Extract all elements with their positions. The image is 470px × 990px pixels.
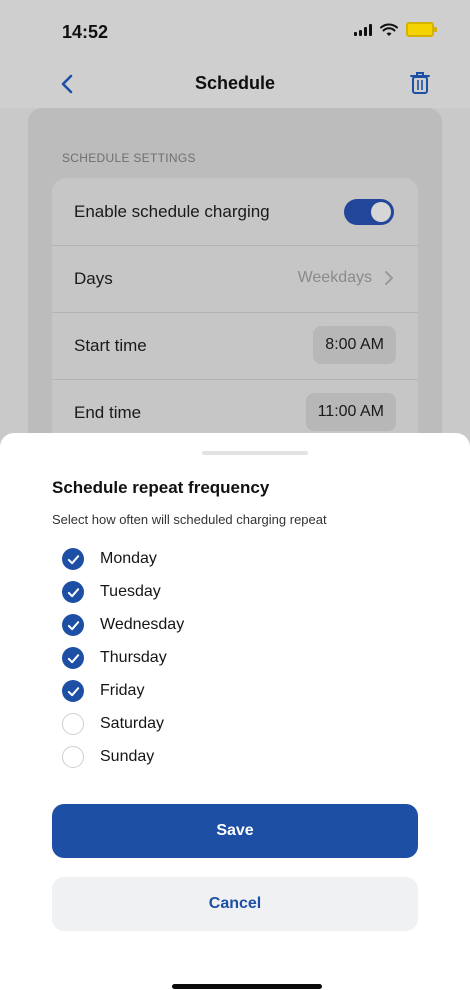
schedule-settings-card: Enable schedule charging Days Weekdays S…: [52, 178, 418, 448]
day-checkbox[interactable]: [62, 647, 84, 669]
home-indicator: [172, 984, 322, 989]
checkmark-icon: [67, 587, 79, 597]
day-label: Wednesday: [100, 616, 185, 633]
nav-bar: Schedule: [0, 60, 470, 108]
enable-schedule-row: Enable schedule charging: [52, 178, 418, 246]
battery-icon: [406, 22, 437, 37]
start-time-label: Start time: [74, 336, 147, 355]
days-value: Weekdays: [297, 269, 372, 286]
day-item-sunday[interactable]: Sunday: [62, 745, 154, 769]
chevron-right-icon: [385, 271, 393, 285]
day-label: Monday: [100, 550, 157, 567]
checkmark-icon: [67, 620, 79, 630]
cancel-button[interactable]: Cancel: [52, 877, 418, 931]
day-item-thursday[interactable]: Thursday: [62, 646, 167, 670]
checkmark-icon: [67, 686, 79, 696]
status-icons: [354, 22, 437, 37]
days-label: Days: [74, 269, 113, 288]
day-item-wednesday[interactable]: Wednesday: [62, 613, 184, 637]
day-label: Thursday: [100, 649, 167, 666]
day-item-friday[interactable]: Friday: [62, 679, 144, 703]
day-checkbox[interactable]: [62, 746, 84, 768]
day-label: Friday: [100, 682, 145, 699]
checkmark-icon: [67, 554, 79, 564]
days-row[interactable]: Days Weekdays: [52, 245, 418, 313]
status-time: 14:52: [62, 22, 109, 42]
day-label: Tuesday: [100, 583, 161, 600]
section-label: SCHEDULE SETTINGS: [62, 151, 196, 165]
start-time-picker[interactable]: 8:00 AM: [313, 326, 396, 364]
delete-button[interactable]: [408, 70, 432, 96]
day-checkbox[interactable]: [62, 713, 84, 735]
end-time-picker[interactable]: 11:00 AM: [305, 393, 396, 431]
day-label: Saturday: [100, 715, 165, 732]
enable-schedule-label: Enable schedule charging: [74, 202, 270, 221]
day-item-saturday[interactable]: Saturday: [62, 712, 164, 736]
repeat-frequency-sheet: Schedule repeat frequency Select how oft…: [0, 433, 470, 990]
day-checkbox[interactable]: [62, 614, 84, 636]
cellular-signal-icon: [354, 23, 372, 36]
day-label: Sunday: [100, 748, 155, 765]
day-checkbox[interactable]: [62, 680, 84, 702]
sheet-grabber[interactable]: [202, 451, 308, 455]
day-checkbox[interactable]: [62, 581, 84, 603]
day-checkbox[interactable]: [62, 548, 84, 570]
page-title: Schedule: [194, 73, 276, 93]
status-bar: 14:52: [0, 0, 470, 60]
sheet-subtitle: Select how often will scheduled charging…: [52, 512, 327, 527]
screen: 14:52 Schedule SCHEDULE SETTINGS Enable …: [0, 0, 470, 990]
checkmark-icon: [67, 653, 79, 663]
sheet-title: Schedule repeat frequency: [52, 478, 270, 497]
enable-schedule-toggle[interactable]: [344, 199, 394, 225]
day-item-tuesday[interactable]: Tuesday: [62, 580, 161, 604]
start-time-row: Start time 8:00 AM: [52, 312, 418, 380]
save-button[interactable]: Save: [52, 804, 418, 858]
wifi-icon: [380, 23, 398, 36]
day-item-monday[interactable]: Monday: [62, 547, 157, 571]
end-time-label: End time: [74, 403, 142, 422]
